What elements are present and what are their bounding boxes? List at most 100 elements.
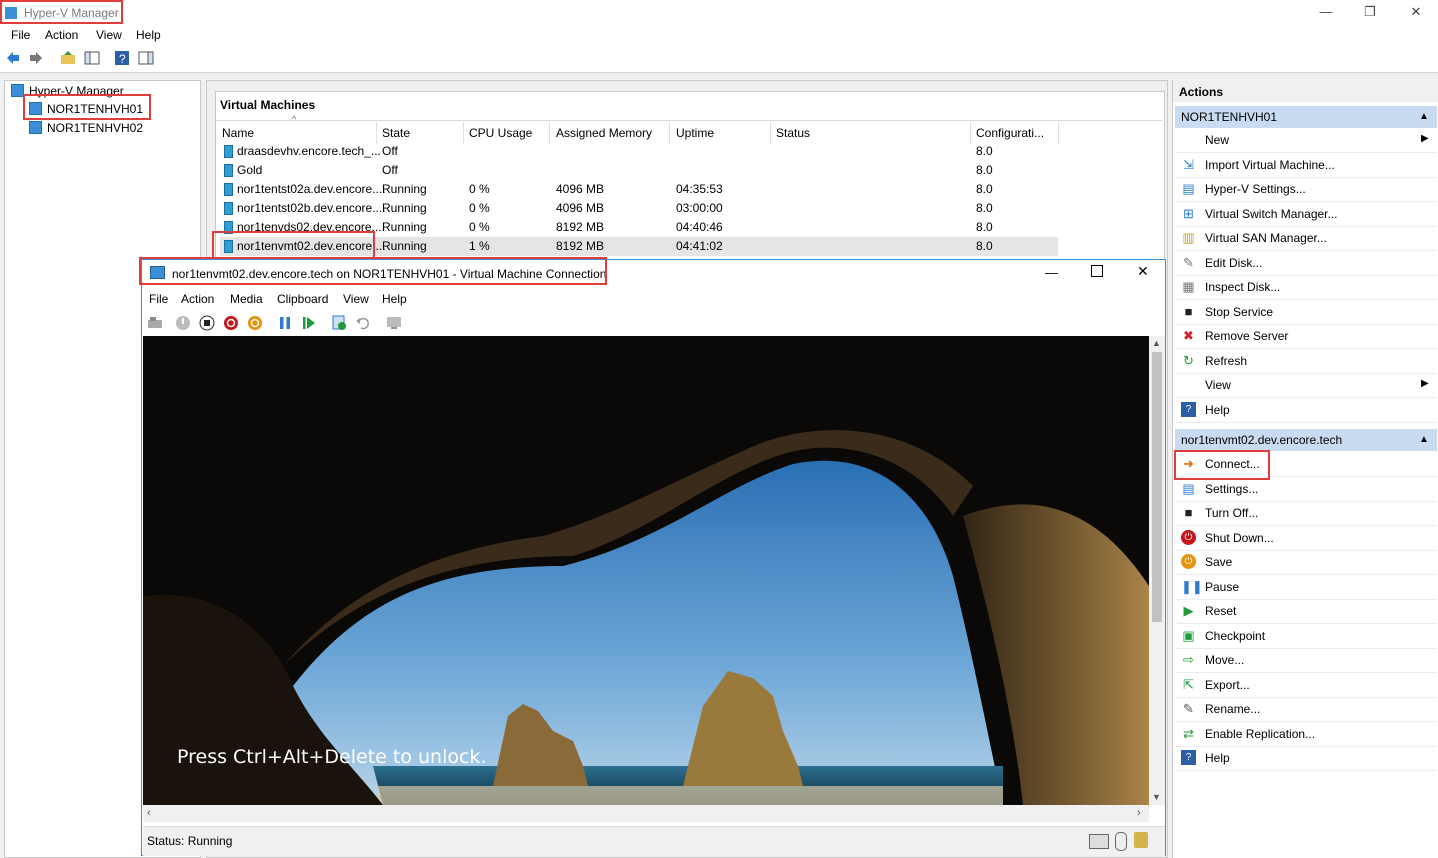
back-icon[interactable] (5, 50, 21, 66)
action-enable-replication[interactable]: ⇄ Enable Replication... (1175, 722, 1437, 747)
collapse-icon[interactable]: ▲ (1419, 111, 1429, 122)
ctrl-alt-del-icon[interactable] (147, 315, 163, 331)
table-row[interactable]: nor1tentst02b.dev.encore.... Running 0 %… (220, 199, 1058, 218)
action-virtual-san-manager[interactable]: ▥ Virtual SAN Manager... (1175, 226, 1437, 251)
turn-off-icon[interactable] (199, 315, 215, 331)
menu-file[interactable]: File (11, 28, 30, 42)
action-save[interactable]: ⏻ Save (1175, 550, 1437, 575)
save-state-icon[interactable] (247, 315, 263, 331)
action-label: Stop Service (1205, 304, 1274, 319)
scroll-thumb[interactable] (1152, 352, 1162, 622)
collapse-icon[interactable]: ▲ (1419, 434, 1429, 445)
action-help[interactable]: ? Help (1175, 398, 1437, 423)
table-row[interactable]: Gold Off 8.0 (220, 161, 1058, 180)
column-status[interactable]: Status (776, 126, 810, 140)
menu-view[interactable]: View (96, 28, 122, 42)
remove-icon: ✖ (1183, 328, 1194, 343)
save-icon: ⏻ (1181, 554, 1196, 569)
vm-state: Running (382, 182, 427, 196)
table-row[interactable]: draasdevhv.encore.tech_... Off 8.0 (220, 142, 1058, 161)
vmc-menu-media[interactable]: Media (230, 292, 263, 306)
vm-memory: 4096 MB (556, 182, 605, 196)
column-cpu-usage[interactable]: CPU Usage (469, 126, 532, 140)
action-turn-off[interactable]: ■ Turn Off... (1175, 501, 1437, 526)
vmc-menu-clipboard[interactable]: Clipboard (277, 292, 328, 306)
action-new[interactable]: New ▶ (1175, 128, 1437, 153)
minimize-icon[interactable]: — (1318, 4, 1334, 19)
vm-state: Off (382, 163, 398, 177)
action-label: Export... (1205, 677, 1250, 692)
actions-group-server[interactable]: NOR1TENHVH01 ▲ (1175, 106, 1437, 128)
vmc-minimize-icon[interactable]: — (1045, 265, 1058, 280)
column-assigned-memory[interactable]: Assigned Memory (556, 126, 652, 140)
help-toolbar-icon[interactable]: ? (114, 50, 130, 66)
column-uptime[interactable]: Uptime (676, 126, 714, 140)
vm-console-screen[interactable]: Press Ctrl+Alt+Delete to unlock. (143, 336, 1149, 805)
action-inspect-disk[interactable]: ▦ Inspect Disk... (1175, 275, 1437, 300)
action-shut-down[interactable]: ⏻ Shut Down... (1175, 526, 1437, 551)
action-pause[interactable]: ❚❚ Pause (1175, 575, 1437, 600)
action-label: Move... (1205, 653, 1245, 667)
column-state[interactable]: State (382, 126, 410, 140)
action-label: Shut Down... (1205, 530, 1274, 545)
scroll-left-icon[interactable]: ‹ (147, 807, 151, 819)
enhanced-session-icon[interactable] (386, 315, 402, 331)
show-hide-action-pane-icon[interactable] (138, 50, 154, 66)
column-configuration[interactable]: Configurati... (976, 126, 1044, 140)
table-row[interactable]: nor1tentst02a.dev.encore.... Running 0 %… (220, 180, 1058, 199)
sort-ascending-icon: ^ (292, 114, 297, 124)
action-stop-service[interactable]: ■ Stop Service (1175, 300, 1437, 325)
shutdown-icon[interactable] (223, 315, 239, 331)
action-help[interactable]: ? Help (1175, 746, 1437, 771)
revert-icon[interactable] (355, 315, 371, 331)
vmc-close-icon[interactable]: ✕ (1137, 263, 1149, 280)
show-hide-tree-icon[interactable] (84, 50, 100, 66)
start-icon[interactable] (175, 315, 191, 331)
action-import-virtual-machine[interactable]: ⇲ Import Virtual Machine... (1175, 153, 1437, 178)
action-label: Save (1205, 555, 1233, 569)
vmc-menu-view[interactable]: View (343, 292, 369, 306)
pause-icon[interactable] (277, 315, 293, 331)
action-move[interactable]: ⇨ Move... (1175, 648, 1437, 673)
actions-group-vm[interactable]: nor1tenvmt02.dev.encore.tech ▲ (1175, 429, 1437, 451)
horizontal-scrollbar[interactable]: ‹ › (143, 805, 1149, 822)
action-settings[interactable]: ▤ Settings... (1175, 477, 1437, 502)
action-virtual-switch-manager[interactable]: ⊞ Virtual Switch Manager... (1175, 202, 1437, 227)
restore-icon[interactable]: ❐ (1362, 4, 1378, 20)
up-folder-icon[interactable] (60, 50, 76, 66)
menu-action[interactable]: Action (45, 28, 78, 42)
action-checkpoint[interactable]: ▣ Checkpoint (1175, 624, 1437, 649)
action-refresh[interactable]: ↻ Refresh (1175, 349, 1437, 374)
action-label: Turn Off... (1205, 506, 1259, 520)
action-hyper-v-settings[interactable]: ▤ Hyper-V Settings... (1175, 177, 1437, 202)
action-reset[interactable]: ▶ Reset (1175, 599, 1437, 624)
scroll-up-icon[interactable]: ▲ (1152, 338, 1161, 348)
vmc-menu-action[interactable]: Action (181, 292, 214, 306)
close-icon[interactable]: ✕ (1408, 4, 1424, 20)
action-remove-server[interactable]: ✖ Remove Server (1175, 324, 1437, 349)
vertical-scrollbar[interactable]: ▲ ▼ (1149, 336, 1165, 805)
menu-help[interactable]: Help (136, 28, 161, 42)
action-view[interactable]: View ▶ (1175, 373, 1437, 398)
tree-server-nor1tenhvh02[interactable]: NOR1TENHVH02 (29, 121, 143, 135)
vm-memory: 8192 MB (556, 220, 605, 234)
vmc-menu-bar: File Action Media Clipboard View Help (142, 288, 1165, 310)
checkpoint-icon[interactable] (331, 315, 347, 331)
reset-icon[interactable] (301, 315, 317, 331)
vm-cpu: 0 % (469, 182, 490, 196)
action-rename[interactable]: ✎ Rename... (1175, 697, 1437, 722)
scroll-down-icon[interactable]: ▼ (1152, 792, 1161, 802)
action-edit-disk[interactable]: ✎ Edit Disk... (1175, 251, 1437, 276)
vmc-status-bar: Status: Running (143, 826, 1165, 856)
vmc-menu-file[interactable]: File (149, 292, 168, 306)
vmc-maximize-icon[interactable] (1091, 265, 1103, 277)
scroll-right-icon[interactable]: › (1137, 807, 1141, 819)
forward-icon[interactable] (28, 50, 44, 66)
column-name[interactable]: Name (222, 126, 254, 140)
vmc-menu-help[interactable]: Help (382, 292, 407, 306)
vm-name: nor1tentst02a.dev.encore.... (237, 182, 386, 196)
virtual-machines-panel: Virtual Machines Name ^ State CPU Usage … (212, 91, 1165, 263)
move-icon: ⇨ (1183, 652, 1194, 667)
action-export[interactable]: ⇱ Export... (1175, 673, 1437, 698)
vm-name: nor1tentst02b.dev.encore.... (237, 201, 386, 215)
